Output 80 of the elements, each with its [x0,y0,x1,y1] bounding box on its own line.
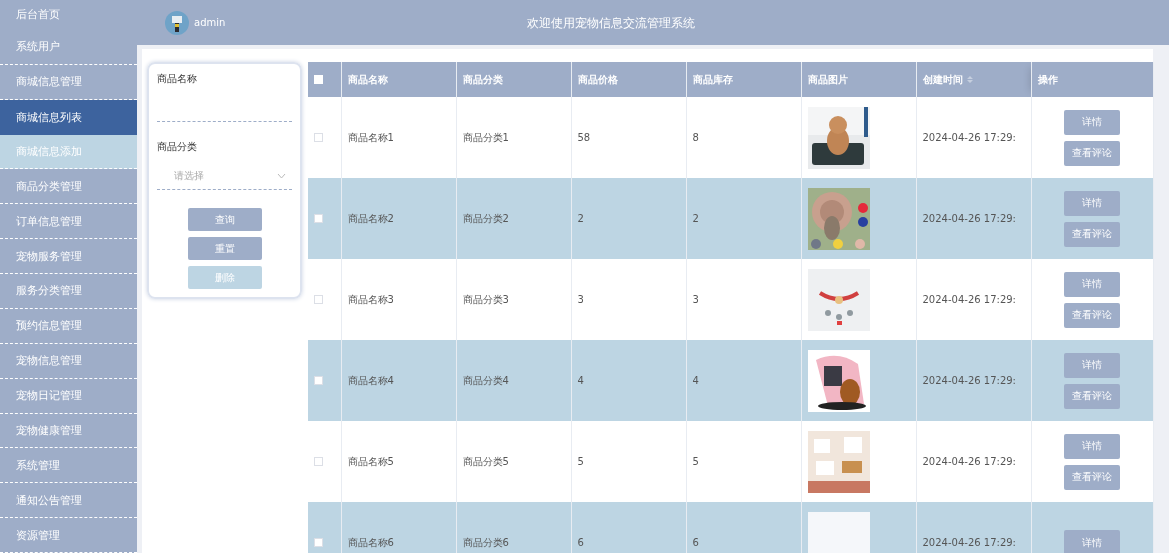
sidebar-item[interactable]: 通知公告管理 [0,483,137,519]
table-cell: 商品名称3 [347,293,394,305]
table-cell: 2024-04-26 17:29: [922,213,1016,224]
sidebar-item[interactable]: 商品分类管理 [0,169,137,205]
page-title: 欢迎使用宠物信息交流管理系统 [527,15,695,32]
table-cell: 商品名称5 [347,455,394,467]
sidebar-item[interactable]: 宠物信息管理 [0,343,137,379]
sidebar-item[interactable]: 商城信息管理 [0,64,137,100]
table-cell: 商品分类2 [462,212,509,224]
table-cell: 商品名称2 [347,212,394,224]
table-cell: 5 [577,456,584,467]
sidebar-item[interactable]: 资源管理 [0,518,137,553]
user-name: admin [194,17,226,28]
action-button[interactable]: 详情 [1064,530,1120,553]
field-label: 商品名称 [157,72,198,86]
table-cell: 商品分类4 [462,374,509,386]
filter-button[interactable]: 查询 [187,208,262,231]
table-cell: 2024-04-26 17:29: [922,375,1016,386]
sidebar-item[interactable]: 服务分类管理 [0,274,137,309]
action-button[interactable]: 查看评论 [1064,302,1120,328]
action-button[interactable]: 详情 [1064,190,1120,216]
table-cell: 4 [692,375,699,386]
table-cell: 2024-04-26 17:29: [922,132,1016,143]
action-button[interactable]: 查看评论 [1064,383,1120,409]
sidebar-item[interactable]: 宠物服务管理 [0,239,137,274]
row-checkbox[interactable] [314,538,323,547]
table-cell: 2024-04-26 17:29: [922,537,1016,548]
row-checkbox[interactable] [314,133,323,142]
table-cell: 商品分类1 [462,131,509,143]
sidebar-subitem[interactable]: 商城信息添加 [0,134,137,170]
table-cell: 商品名称4 [347,374,394,386]
table-cell: 8 [692,132,699,143]
table-cell: 6 [577,537,584,548]
action-button[interactable]: 查看评论 [1064,221,1120,247]
row-checkbox[interactable] [314,295,323,304]
sort-icon[interactable] [966,75,973,84]
action-button[interactable]: 详情 [1064,352,1120,378]
table-cell: 2024-04-26 17:29: [922,294,1016,305]
chevron-down-icon [277,172,286,179]
action-button[interactable]: 详情 [1064,109,1120,135]
column-header: 商品图片 [807,73,848,85]
table-cell: 5 [692,456,699,467]
action-button[interactable]: 查看评论 [1064,140,1120,166]
filter-button[interactable]: 重置 [187,237,262,260]
action-button[interactable]: 查看评论 [1064,464,1120,490]
table-cell: 2024-04-26 17:29: [922,456,1016,467]
action-button[interactable]: 详情 [1064,271,1120,297]
table-cell: 3 [692,294,699,305]
column-header: 商品库存 [692,73,733,85]
sidebar-item[interactable]: 宠物健康管理 [0,413,137,449]
column-header: 操作 [1037,73,1058,85]
row-checkbox[interactable] [314,214,323,223]
table-cell: 商品分类5 [462,455,509,467]
sidebar-item[interactable]: 预约信息管理 [0,308,137,344]
table-cell: 3 [577,294,584,305]
select-field[interactable]: 请选择 [157,162,292,190]
sidebar-subitem[interactable]: 商城信息列表 [0,99,137,135]
action-button[interactable]: 详情 [1064,433,1120,459]
sidebar-item[interactable]: 宠物日记管理 [0,378,137,414]
column-header: 创建时间 [922,73,963,85]
table-cell: 2 [577,213,584,224]
field-label: 商品分类 [157,140,198,154]
sidebar-item[interactable]: 订单信息管理 [0,204,137,240]
table-cell: 2 [692,213,699,224]
table-cell: 商品名称6 [347,536,394,548]
row-checkbox[interactable] [314,457,323,466]
table-cell: 58 [577,132,591,143]
table-cell: 商品分类3 [462,293,509,305]
row-checkbox[interactable] [314,376,323,385]
table-cell: 4 [577,375,584,386]
table-cell: 商品分类6 [462,536,509,548]
column-header: 商品价格 [577,73,618,85]
table-cell: 6 [692,537,699,548]
sidebar-item[interactable]: 系统管理 [0,448,137,484]
column-header: 商品分类 [462,73,503,85]
select-all-checkbox[interactable] [314,75,323,84]
sidebar-item[interactable]: 后台首页 [0,0,137,30]
table-cell: 商品名称1 [347,131,394,143]
avatar-icon [165,10,189,35]
column-header: 商品名称 [347,73,388,85]
